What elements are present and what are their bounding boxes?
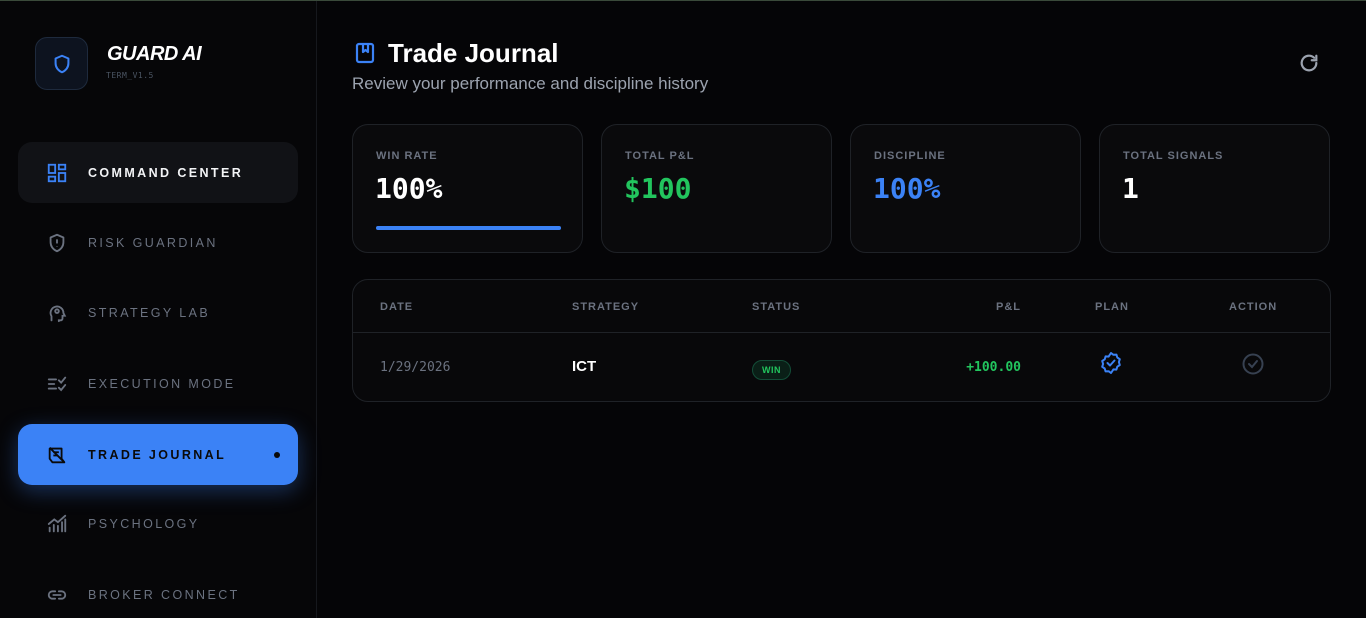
- refresh-icon: [1300, 54, 1318, 72]
- stat-card-total-pnl: TOTAL P&L $100: [601, 124, 832, 253]
- shield-alert-icon: [45, 231, 69, 255]
- stat-card-win-rate: WIN RATE 100%: [352, 124, 583, 253]
- stat-card-discipline: DISCIPLINE 100%: [850, 124, 1081, 253]
- sidebar-item-label: STRATEGY LAB: [88, 305, 211, 320]
- win-rate-progress-track: [376, 226, 561, 230]
- trade-journal-table: DATE STRATEGY STATUS P&L PLAN ACTION 1/2…: [352, 279, 1331, 402]
- stat-value: 100%: [375, 172, 443, 205]
- sidebar-item-trade-journal[interactable]: TRADE JOURNAL: [18, 424, 298, 485]
- journal-icon: [45, 443, 69, 467]
- column-header-date: DATE: [380, 301, 414, 313]
- trade-pnl: +100.00: [966, 360, 1021, 375]
- stat-value: 1: [1122, 172, 1139, 205]
- column-header-strategy: STRATEGY: [572, 301, 640, 313]
- sidebar: GUARD AI TERM_V1.5 COMMAND CENTER RISK G…: [0, 1, 317, 618]
- brain-gear-icon: [45, 301, 69, 325]
- sidebar-item-label: COMMAND CENTER: [88, 165, 244, 180]
- stat-label: WIN RATE: [376, 150, 438, 162]
- stat-value: 100%: [873, 172, 941, 205]
- column-header-status: STATUS: [752, 301, 801, 313]
- sidebar-item-command-center[interactable]: COMMAND CENTER: [18, 142, 298, 203]
- page-subtitle: Review your performance and discipline h…: [352, 74, 709, 93]
- sidebar-item-risk-guardian[interactable]: RISK GUARDIAN: [18, 212, 298, 273]
- sidebar-item-broker-connect[interactable]: BROKER CONNECT: [18, 564, 298, 618]
- status-badge: WIN: [752, 360, 791, 380]
- dashboard-grid-icon: [45, 161, 69, 185]
- stat-label: TOTAL SIGNALS: [1123, 150, 1224, 162]
- stat-value: $100: [624, 172, 692, 205]
- verified-badge-icon: [1099, 351, 1123, 375]
- sidebar-item-strategy-lab[interactable]: STRATEGY LAB: [18, 282, 298, 343]
- sidebar-item-execution-mode[interactable]: EXECUTION MODE: [18, 353, 298, 414]
- sidebar-item-label: TRADE JOURNAL: [88, 447, 227, 462]
- sidebar-item-psychology[interactable]: PSYCHOLOGY: [18, 493, 298, 554]
- stat-card-total-signals: TOTAL SIGNALS 1: [1099, 124, 1330, 253]
- brand-version: TERM_V1.5: [106, 71, 154, 80]
- list-check-icon: [45, 372, 69, 396]
- refresh-button[interactable]: [1296, 50, 1322, 76]
- brand-logo: [35, 37, 88, 90]
- column-header-pnl: P&L: [996, 301, 1021, 313]
- trade-strategy: ICT: [572, 358, 597, 375]
- brand-name: GUARD AI: [107, 43, 202, 65]
- sidebar-item-label: EXECUTION MODE: [88, 376, 236, 391]
- trade-date: 1/29/2026: [380, 360, 451, 375]
- active-indicator-dot: [274, 452, 280, 458]
- chart-bars-icon: [45, 512, 69, 536]
- sidebar-item-label: BROKER CONNECT: [88, 587, 240, 602]
- win-rate-progress-fill: [376, 226, 561, 230]
- column-header-plan: PLAN: [1095, 301, 1129, 313]
- stat-label: DISCIPLINE: [874, 150, 946, 162]
- table-header: DATE STRATEGY STATUS P&L PLAN ACTION: [353, 280, 1330, 333]
- page-title: Trade Journal: [388, 38, 559, 68]
- link-icon: [45, 583, 69, 607]
- column-header-action: ACTION: [1229, 301, 1278, 313]
- sidebar-item-label: RISK GUARDIAN: [88, 235, 218, 250]
- shield-icon: [54, 54, 69, 73]
- sidebar-item-label: PSYCHOLOGY: [88, 516, 200, 531]
- check-circle-icon[interactable]: [1241, 352, 1265, 376]
- stat-label: TOTAL P&L: [625, 150, 695, 162]
- bookmark-book-icon: [355, 42, 375, 64]
